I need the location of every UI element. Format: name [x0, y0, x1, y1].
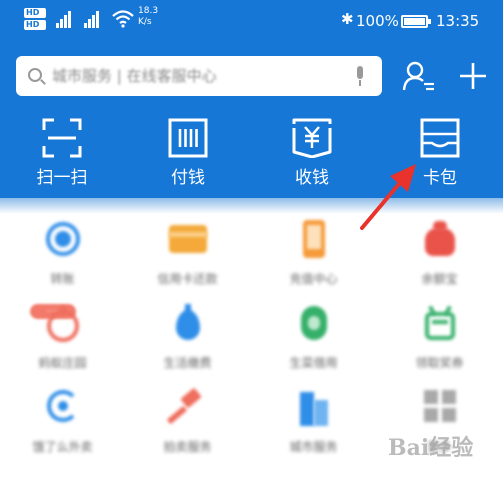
quick-action-scan[interactable]: 扫一扫 [12, 118, 112, 198]
grid-item-transfer[interactable]: 转账 [0, 220, 125, 287]
pay-icon [168, 118, 208, 158]
grid-item-label: 城市服务 [289, 440, 338, 454]
microphone-icon[interactable] [355, 66, 365, 86]
hd-label-top: HD [24, 8, 46, 18]
grid-item-label: 生菜借用 [289, 356, 338, 370]
delivery-icon [43, 388, 83, 426]
signal-sim1-icon [56, 10, 72, 28]
auction-icon [166, 387, 208, 426]
grid-item-delivery[interactable]: 饿了么外卖 [0, 388, 125, 455]
more-icon [420, 388, 460, 426]
grid-item-label: 拍卖服务 [163, 440, 212, 454]
yuebao-icon [420, 220, 460, 258]
quick-action-label: 收钱 [295, 168, 329, 188]
grid-item-label: 蚂蚁庄园 [38, 356, 87, 370]
speed-value: 18.3 [138, 6, 159, 16]
quick-action-pay[interactable]: 付钱 [138, 118, 238, 198]
annotation-arrow-icon [360, 164, 416, 230]
grid-item-label: 充值中心 [289, 272, 338, 286]
status-bar: HD HD 18.3 K/s ✱ 100% 13:35 [0, 0, 503, 42]
quick-action-label: 付钱 [171, 168, 205, 188]
grid-item-label: 饿了么外卖 [32, 440, 93, 454]
add-icon[interactable] [458, 60, 488, 92]
borrow-icon [294, 304, 334, 342]
grid-item-coupon[interactable]: 领取奖券 [377, 304, 502, 371]
hd-indicator: HD HD [24, 8, 46, 32]
network-speed: 18.3 K/s [138, 6, 158, 28]
grid-item-city-service[interactable]: 城市服务 [251, 388, 376, 455]
clock: 13:35 [436, 12, 480, 30]
grid-item-utilities[interactable]: 生活缴费 [125, 304, 250, 371]
scan-icon [42, 118, 82, 158]
grid-item-auction[interactable]: 拍卖服务 [125, 387, 250, 455]
ant-farm-icon [43, 304, 83, 342]
search-bar[interactable] [16, 56, 382, 96]
search-icon [28, 68, 42, 82]
grid-item-ant-farm[interactable]: ····· 蚂蚁庄园 [0, 304, 125, 371]
quick-action-receive[interactable]: 收钱 [262, 118, 362, 198]
transfer-icon [43, 220, 83, 258]
credit-card-icon [168, 220, 208, 258]
phone-recharge-icon [294, 220, 334, 258]
coupon-icon [420, 304, 460, 342]
search-input[interactable] [52, 65, 342, 87]
utilities-icon [168, 304, 208, 342]
grid-item-borrow[interactable]: 生菜借用 [251, 304, 376, 371]
hd-label-bottom: HD [24, 20, 46, 30]
battery-icon [401, 15, 431, 28]
grid-item-label: 信用卡还款 [157, 272, 218, 286]
speed-unit: K/s [138, 17, 152, 27]
signal-sim2-icon [84, 10, 100, 28]
city-service-icon [294, 388, 334, 426]
grid-item-label: 余额宝 [421, 272, 458, 286]
grid-item-credit-card[interactable]: 信用卡还款 [125, 220, 250, 287]
grid-item-label: 转账 [50, 272, 75, 286]
contacts-icon[interactable] [402, 60, 436, 92]
wifi-icon [112, 10, 134, 28]
battery-percent: 100% [356, 12, 399, 30]
quick-action-label: 扫一扫 [36, 168, 88, 188]
grid-item-label: 生活缴费 [163, 356, 212, 370]
grid-item-label: 领取奖券 [415, 356, 464, 370]
receive-money-icon [292, 118, 332, 158]
battery-fill [404, 18, 425, 25]
watermark: Bai经验 [388, 435, 474, 461]
card-wallet-icon [420, 118, 460, 158]
bluetooth-icon: ✱ [341, 10, 354, 28]
